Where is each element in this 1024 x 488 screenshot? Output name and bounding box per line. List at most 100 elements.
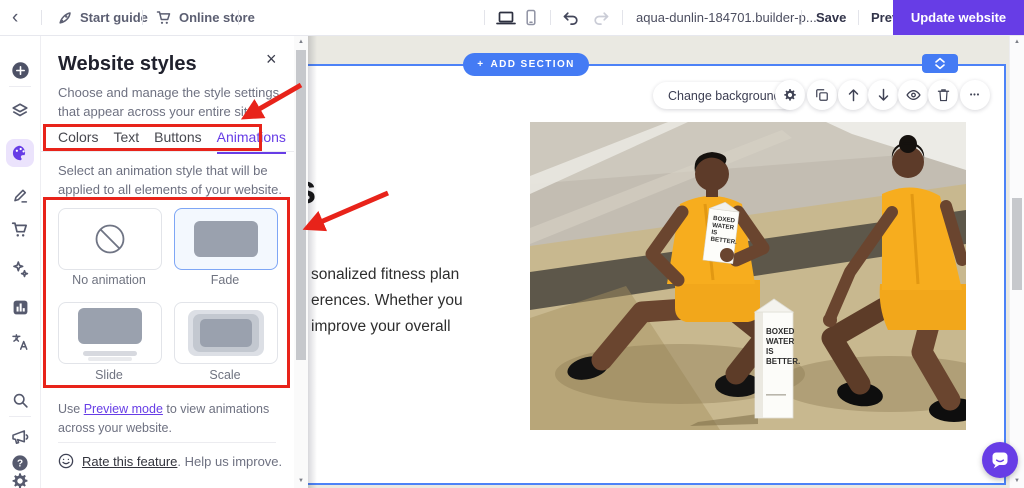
hero-paragraph[interactable]: sonalized fitness plan erences. Whether … — [311, 262, 463, 340]
gear-icon — [11, 472, 29, 488]
sparkles-icon — [11, 260, 29, 278]
pencil-icon — [12, 187, 29, 204]
cart-icon — [11, 221, 29, 239]
sidebar: ? — [0, 35, 41, 488]
chat-widget-button[interactable] — [982, 442, 1018, 478]
undo-button[interactable] — [562, 0, 580, 35]
fade-thumbnail — [194, 221, 258, 257]
add-section-button[interactable]: + ADD SECTION — [463, 53, 589, 76]
rate-feature-row: Rate this feature. Help us improve. — [58, 453, 282, 469]
domain-label: aqua-dunlin-184701.builder-p... — [636, 10, 817, 25]
close-icon[interactable]: × — [266, 50, 277, 68]
move-section-up-button[interactable] — [838, 80, 868, 110]
hide-section-button[interactable] — [898, 80, 928, 110]
animation-hint: Select an animation style that will be a… — [58, 161, 290, 199]
page-scrollbar-thumb[interactable] — [1012, 198, 1022, 290]
smartphone-icon — [524, 9, 538, 26]
scroll-up-icon[interactable]: ▲ — [294, 39, 308, 45]
delete-section-button[interactable] — [928, 80, 958, 110]
sidebar-item-store[interactable] — [8, 218, 32, 242]
site-domain[interactable]: aqua-dunlin-184701.builder-p... — [636, 0, 817, 35]
trash-icon — [937, 88, 950, 102]
rate-feature-link[interactable]: Rate this feature — [82, 454, 177, 469]
animation-option-label: Slide — [58, 368, 160, 382]
duplicate-section-button[interactable] — [807, 80, 837, 110]
panel-scrollbar[interactable]: ▲ ▼ — [294, 35, 308, 488]
back-button[interactable]: ‹ — [12, 0, 18, 35]
divider — [40, 151, 294, 152]
scale-thumbnail — [188, 310, 264, 356]
animation-option-label: Fade — [174, 273, 276, 287]
scroll-down-icon[interactable]: ▼ — [1010, 478, 1024, 484]
mobile-view-button[interactable] — [524, 0, 538, 35]
update-website-button[interactable]: Update website — [893, 0, 1024, 35]
sidebar-item-analytics[interactable] — [8, 295, 32, 319]
save-button[interactable]: Save — [816, 0, 846, 35]
panel-shadow — [308, 35, 317, 488]
paragraph-line: improve your overall — [311, 314, 463, 340]
divider — [238, 10, 239, 25]
redo-icon — [592, 11, 610, 25]
eye-icon — [906, 89, 921, 101]
animation-option-slide[interactable] — [58, 302, 162, 364]
topbar: ‹ Start guide Online store — [0, 0, 1024, 36]
sidebar-item-announcements[interactable] — [8, 425, 32, 449]
desktop-view-button[interactable] — [496, 0, 516, 35]
animation-option-scale[interactable] — [174, 302, 278, 364]
scroll-down-icon[interactable]: ▼ — [294, 478, 308, 484]
panel-title: Website styles — [58, 53, 197, 76]
sidebar-item-website-styles[interactable] — [6, 139, 34, 167]
animation-option-none[interactable] — [58, 208, 162, 270]
sidebar-item-settings[interactable] — [8, 469, 32, 488]
section-more-button[interactable]: ••• — [960, 80, 990, 110]
laptop-icon — [496, 10, 516, 26]
sidebar-item-layers[interactable] — [8, 99, 32, 123]
page-scrollbar[interactable]: ▲ ▼ — [1009, 35, 1024, 488]
preview-note: Use Preview mode to view animations acro… — [58, 400, 283, 438]
sidebar-item-translate[interactable] — [8, 330, 32, 354]
undo-icon — [562, 11, 580, 25]
section-settings-button[interactable] — [775, 80, 805, 110]
animation-option-label: No animation — [58, 273, 160, 287]
smiley-icon — [58, 453, 74, 469]
panel-scrollbar-thumb[interactable] — [296, 50, 306, 360]
section-resize-handle[interactable] — [922, 54, 958, 73]
scroll-up-icon[interactable]: ▲ — [1010, 39, 1024, 45]
animation-option-fade[interactable] — [174, 208, 278, 270]
arrow-down-icon — [877, 88, 890, 102]
gear-icon — [783, 88, 797, 102]
redo-button[interactable] — [592, 0, 610, 35]
slide-echo — [88, 357, 132, 361]
arrow-up-icon — [847, 88, 860, 102]
layers-icon — [11, 102, 29, 120]
start-guide-button[interactable]: Start guide — [57, 0, 148, 35]
svg-text:?: ? — [17, 459, 23, 470]
rate-suffix: . Help us improve. — [177, 454, 282, 469]
canvas: + ADD SECTION Change background — [308, 35, 1009, 488]
no-animation-icon — [91, 220, 129, 258]
divider — [801, 10, 802, 25]
sidebar-item-search[interactable] — [8, 388, 32, 412]
add-section-label: ADD SECTION — [490, 59, 574, 70]
divider — [58, 442, 276, 443]
sidebar-divider — [9, 416, 31, 417]
duplicate-icon — [815, 88, 829, 102]
hero-image[interactable]: BOXED WATER IS BETTER. — [530, 122, 966, 430]
slide-thumbnail — [78, 308, 142, 344]
sidebar-item-edit[interactable] — [8, 183, 32, 207]
palette-icon — [11, 144, 29, 162]
sidebar-item-add[interactable] — [8, 58, 32, 82]
paragraph-line: sonalized fitness plan — [311, 262, 463, 288]
change-background-label: Change background — [668, 89, 781, 103]
move-section-down-button[interactable] — [868, 80, 898, 110]
divider — [41, 10, 42, 25]
ellipsis-icon: ••• — [970, 92, 980, 99]
preview-mode-link[interactable]: Preview mode — [84, 402, 163, 416]
cart-icon — [156, 10, 172, 26]
sidebar-item-ai-tools[interactable] — [8, 257, 32, 281]
paragraph-line: erences. Whether you — [311, 288, 463, 314]
divider — [858, 10, 859, 25]
update-website-label: Update website — [911, 10, 1006, 25]
online-store-button[interactable]: Online store — [156, 0, 255, 35]
divider — [622, 10, 623, 25]
